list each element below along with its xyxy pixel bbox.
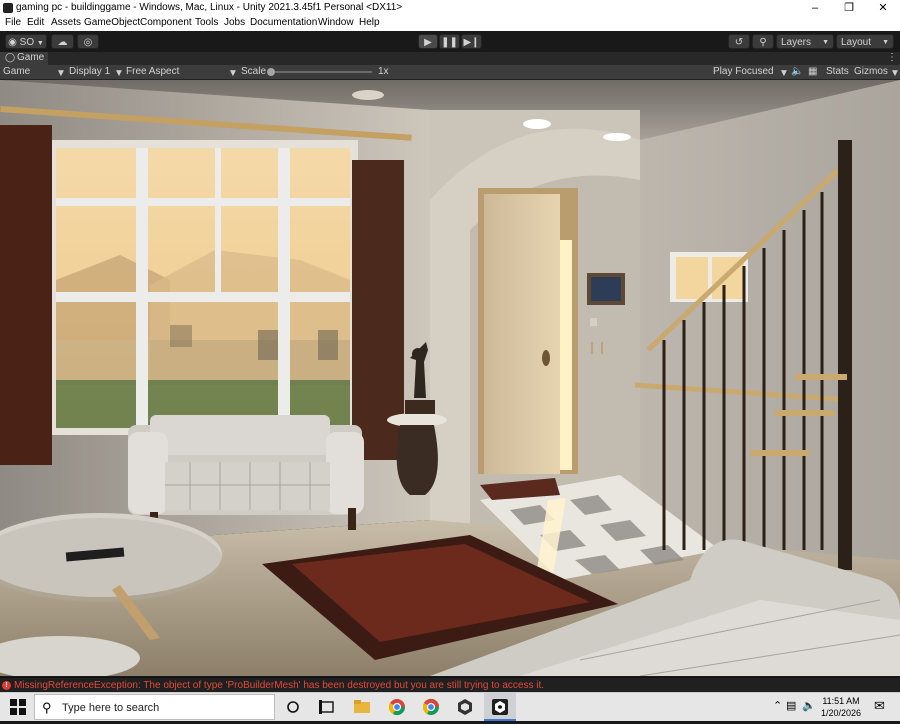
collab-icon: ◎ xyxy=(83,37,93,48)
notification-icon[interactable]: ✉ xyxy=(874,698,885,714)
step-icon: ▶❙ xyxy=(463,37,480,48)
console-status-bar[interactable]: ! MissingReferenceException: The object … xyxy=(0,677,900,693)
unity-app-icon xyxy=(3,3,13,13)
stats-button[interactable]: Stats xyxy=(826,66,849,77)
game-view-bar: Game ▼ Display 1 ▼ Free Aspect ▼ Scale 1… xyxy=(0,65,900,80)
aspect-dropdown[interactable]: Free Aspect xyxy=(126,66,179,77)
windows-taskbar: ⚲ Type here to search ⌃ ▤ 🔈 11:51 AM 1/2… xyxy=(0,692,900,721)
search-icon: ⚲ xyxy=(759,37,767,48)
main-toolbar: ◉ SO ▼ ☁ ◎ ▶ ❚❚ ▶❙ ↺ ⚲ Layers ▼ Layout ▼ xyxy=(0,31,900,53)
title-bar: gaming pc - buildinggame - Windows, Mac,… xyxy=(0,0,900,16)
maximize-button[interactable]: ❐ xyxy=(832,0,866,16)
pause-button[interactable]: ❚❚ xyxy=(439,34,460,49)
chevron-down-icon[interactable]: ▼ xyxy=(228,68,238,79)
game-tab-icon: ◯ xyxy=(5,52,16,62)
task-view-icon[interactable] xyxy=(317,697,337,717)
cloud-icon: ☁ xyxy=(57,37,68,48)
menu-assets[interactable]: Assets xyxy=(51,17,81,28)
chevron-down-icon: ▼ xyxy=(36,40,44,47)
cortana-icon[interactable] xyxy=(283,697,303,717)
chrome-profile-icon[interactable] xyxy=(421,697,441,717)
error-message[interactable]: MissingReferenceException: The object of… xyxy=(14,680,544,691)
play-focused-dropdown[interactable]: Play Focused xyxy=(713,66,774,77)
chevron-down-icon: ▼ xyxy=(822,39,829,46)
search-button[interactable]: ⚲ xyxy=(752,34,774,49)
display-dropdown[interactable]: Display 1 xyxy=(69,66,110,77)
account-dropdown[interactable]: ◉ SO ▼ xyxy=(5,34,47,49)
scene-render xyxy=(0,80,900,676)
chevron-down-icon[interactable]: ▼ xyxy=(779,68,789,79)
chevron-down-icon[interactable]: ▼ xyxy=(114,68,124,79)
chevron-down-icon[interactable]: ▼ xyxy=(890,68,900,79)
taskbar-search-box[interactable]: ⚲ Type here to search xyxy=(34,694,275,720)
menu-jobs[interactable]: Jobs xyxy=(224,17,245,28)
layout-dropdown[interactable]: Layout ▼ xyxy=(836,34,894,49)
tray-chevron-up-icon[interactable]: ⌃ xyxy=(773,699,782,712)
layout-label: Layout xyxy=(841,37,872,48)
scale-label: Scale xyxy=(241,66,267,77)
file-explorer-icon[interactable] xyxy=(352,697,372,717)
chrome-icon[interactable] xyxy=(387,697,407,717)
windows-start-button[interactable] xyxy=(8,697,28,717)
clock-date: 1/20/2026 xyxy=(820,708,862,718)
scale-slider-handle[interactable] xyxy=(267,68,275,76)
tab-game[interactable]: ◯ Game xyxy=(0,52,48,65)
search-icon: ⚲ xyxy=(42,700,52,715)
minimize-button[interactable]: – xyxy=(798,0,832,16)
scale-slider-track[interactable] xyxy=(270,71,372,73)
window-title: gaming pc - buildinggame - Windows, Mac,… xyxy=(16,2,403,13)
menu-edit[interactable]: Edit xyxy=(27,17,44,28)
menu-window[interactable]: Window xyxy=(318,17,354,28)
menu-documentation[interactable]: Documentation xyxy=(250,17,317,28)
history-icon: ↺ xyxy=(734,37,744,48)
error-icon: ! xyxy=(2,681,11,690)
cloud-button[interactable]: ☁ xyxy=(51,34,74,49)
play-icon: ▶ xyxy=(424,37,432,48)
layers-dropdown[interactable]: Layers ▼ xyxy=(776,34,834,49)
game-tab-row: ◯ Game ⋮ xyxy=(0,52,900,65)
step-button[interactable]: ▶❙ xyxy=(461,34,482,49)
menu-help[interactable]: Help xyxy=(359,17,380,28)
search-placeholder: Type here to search xyxy=(62,702,160,714)
scale-value: 1x xyxy=(378,66,389,77)
menu-bar: File Edit Assets GameObject Component To… xyxy=(0,16,900,31)
taskbar-clock[interactable]: 11:51 AM 1/20/2026 xyxy=(816,695,866,719)
clock-time: 11:51 AM xyxy=(822,696,860,706)
chevron-down-icon[interactable]: ▼ xyxy=(56,68,66,79)
close-button[interactable]: ✕ xyxy=(866,0,900,16)
menu-file[interactable]: File xyxy=(5,17,21,28)
layers-label: Layers xyxy=(781,37,812,48)
tab-game-label: Game xyxy=(17,52,45,63)
menu-component[interactable]: Component xyxy=(140,17,192,28)
play-button[interactable]: ▶ xyxy=(418,34,438,49)
unity-icon xyxy=(492,699,508,715)
chevron-down-icon: ▼ xyxy=(882,39,889,46)
account-label: SO xyxy=(19,37,35,48)
menu-tools[interactable]: Tools xyxy=(195,17,218,28)
history-button[interactable]: ↺ xyxy=(728,34,750,49)
pause-icon: ❚❚ xyxy=(441,37,458,48)
menu-gameobject[interactable]: GameObject xyxy=(84,17,140,28)
collab-button[interactable]: ◎ xyxy=(77,34,99,49)
audio-mute-icon[interactable]: 🔈 xyxy=(791,66,803,77)
volume-icon[interactable]: 🔈 xyxy=(802,699,816,712)
more-options-icon[interactable]: ⋮ xyxy=(887,52,897,63)
game-mode-dropdown[interactable]: Game xyxy=(3,66,30,77)
unity-editor-taskbar-item[interactable] xyxy=(484,693,516,721)
game-viewport[interactable] xyxy=(0,80,900,676)
account-icon: ◉ xyxy=(8,37,17,48)
unity-hub-icon[interactable] xyxy=(455,697,475,717)
network-icon[interactable]: ▤ xyxy=(786,699,796,712)
stats-grid-icon[interactable]: ▦ xyxy=(808,66,817,77)
gizmos-dropdown[interactable]: Gizmos xyxy=(854,66,888,77)
